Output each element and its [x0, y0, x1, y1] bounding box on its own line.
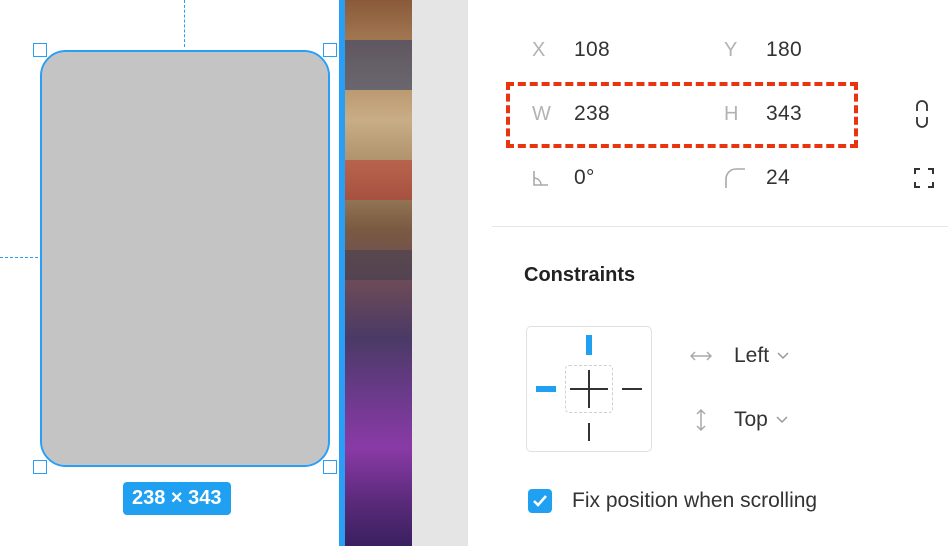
corner-radius-icon [724, 158, 766, 198]
canvas-gutter [412, 0, 468, 546]
resize-handle-top-left[interactable] [33, 43, 47, 57]
constraint-center-horizontal[interactable] [570, 388, 608, 390]
chevron-down-icon [776, 411, 788, 429]
chevron-down-icon [777, 347, 789, 365]
canvas[interactable]: 238 × 343 [0, 0, 468, 546]
resize-handle-bottom-right[interactable] [323, 460, 337, 474]
constraints-widget[interactable] [526, 326, 652, 452]
background-photo [345, 0, 412, 546]
vertical-guide-line [184, 0, 185, 47]
position-row: X 108 Y 180 [480, 30, 948, 70]
constraint-top-handle[interactable] [586, 335, 592, 355]
constraint-right-handle[interactable] [622, 388, 642, 390]
independent-corners-icon[interactable] [914, 158, 934, 198]
constraint-left-handle[interactable] [536, 386, 556, 392]
rotation-icon [532, 158, 574, 198]
fix-position-label: Fix position when scrolling [572, 489, 818, 512]
fix-position-row[interactable]: Fix position when scrolling [528, 484, 817, 518]
horizontal-constraint-value: Left [734, 344, 770, 367]
rotation-value[interactable]: 0° [574, 166, 595, 190]
horizontal-guide-line [0, 257, 38, 258]
horizontal-constraint-dropdown[interactable]: Left [690, 338, 789, 374]
rotation-field[interactable]: 0° [532, 158, 595, 198]
x-value[interactable]: 108 [574, 38, 610, 62]
fix-position-checkbox[interactable] [528, 489, 552, 513]
vertical-constraint-dropdown[interactable]: Top [690, 402, 788, 438]
corner-radius-field[interactable]: 24 [724, 158, 790, 198]
resize-handle-top-right[interactable] [323, 43, 337, 57]
selection-outline [40, 50, 330, 467]
section-divider [492, 226, 948, 227]
constrain-proportions-icon[interactable] [914, 94, 930, 134]
y-label: Y [724, 38, 738, 61]
horizontal-arrows-icon [690, 350, 734, 362]
y-field[interactable]: Y 180 [724, 30, 802, 70]
vertical-arrows-icon [690, 409, 734, 431]
x-field[interactable]: X 108 [532, 30, 610, 70]
constraints-title: Constraints [524, 264, 636, 286]
x-label: X [532, 38, 546, 61]
constraint-bottom-handle[interactable] [588, 423, 590, 441]
checkmark-icon [533, 495, 547, 507]
transform-row: 0° 24 [480, 158, 948, 198]
dimensions-highlight [506, 82, 858, 148]
resize-handle-bottom-left[interactable] [33, 460, 47, 474]
corner-radius-value[interactable]: 24 [766, 166, 790, 190]
size-badge: 238 × 343 [123, 482, 231, 515]
vertical-constraint-value: Top [734, 408, 768, 431]
y-value[interactable]: 180 [766, 38, 802, 62]
